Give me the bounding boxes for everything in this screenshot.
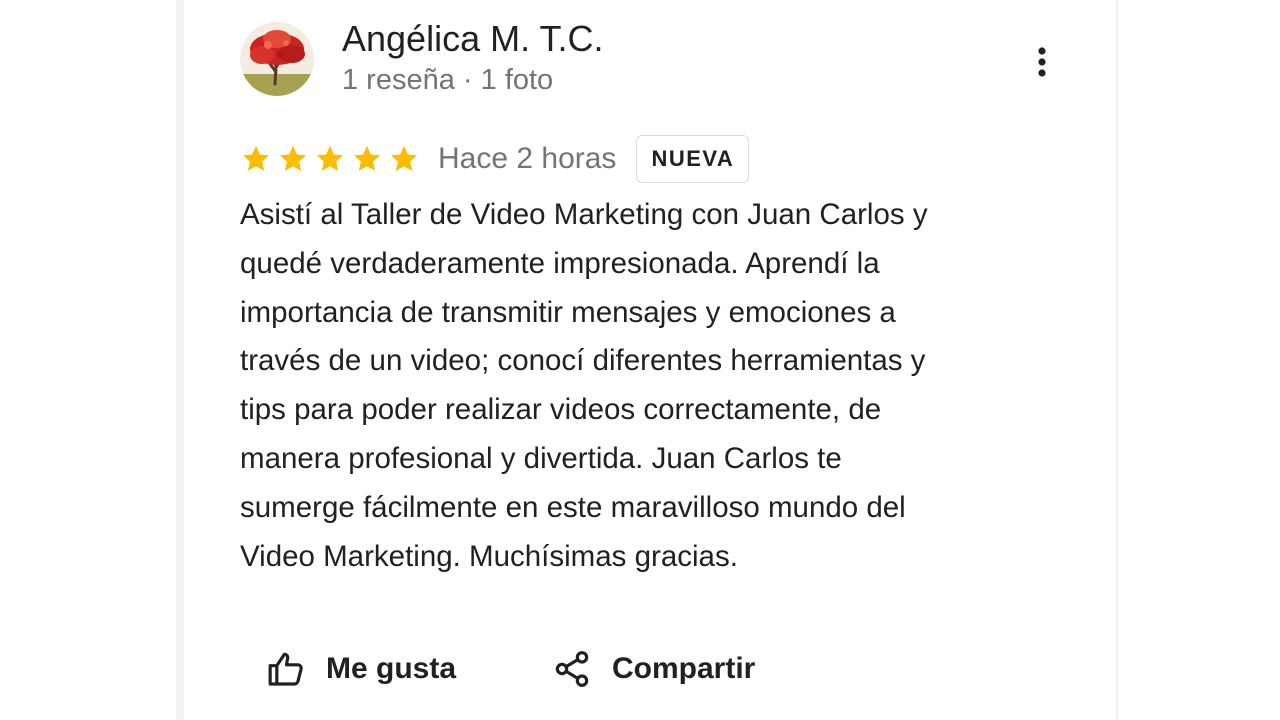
star-icon (277, 143, 309, 175)
review-text-line: Asistí al Taller de Video Marketing con … (240, 198, 928, 231)
reviewer-meta: 1 reseña · 1 foto (342, 64, 554, 96)
review-date: Hace 2 horas (438, 142, 617, 175)
review-text-line: sumerge fácilmente en este maravilloso m… (240, 490, 906, 524)
like-label: Me gusta (326, 652, 457, 685)
right-border (1116, 0, 1118, 720)
review-card: Angélica M. T.C. 1 reseña · 1 foto Hace … (184, 0, 1116, 720)
left-gutter (176, 0, 184, 720)
star-rating (240, 143, 420, 175)
like-button[interactable]: Me gusta (266, 642, 456, 696)
avatar[interactable] (240, 22, 314, 96)
thumb-up-icon (268, 652, 303, 686)
star-icon (388, 143, 420, 175)
review-text: Asistí al Taller de Video Marketing con … (240, 191, 1040, 581)
review-text-line: Video Marketing. Muchísimas gracias. (240, 539, 738, 573)
more-vert-icon (1038, 47, 1046, 77)
review-text-line: importancia de transmitir mensajes y emo… (240, 295, 896, 329)
rating-row: Hace 2 horas NUEVA (240, 132, 750, 186)
share-icon (555, 651, 589, 687)
review-text-line: tips para poder realizar videos correcta… (240, 393, 882, 427)
new-badge: NUEVA (636, 135, 750, 183)
share-button[interactable]: Compartir (552, 642, 755, 696)
reviewer-name[interactable]: Angélica M. T.C. (342, 18, 603, 60)
share-label: Compartir (612, 652, 756, 685)
more-options-button[interactable] (1024, 40, 1060, 84)
page: Angélica M. T.C. 1 reseña · 1 foto Hace … (0, 0, 1280, 720)
review-text-line: manera profesional y divertida. Juan Car… (240, 441, 842, 475)
tree-avatar-icon (240, 22, 314, 96)
star-icon (240, 143, 272, 175)
star-icon (314, 143, 346, 175)
review-text-line: través de un video; conocí diferentes he… (240, 344, 926, 378)
star-icon (351, 143, 383, 175)
review-text-line: quedé verdaderamente impresionada. Apren… (240, 246, 880, 280)
